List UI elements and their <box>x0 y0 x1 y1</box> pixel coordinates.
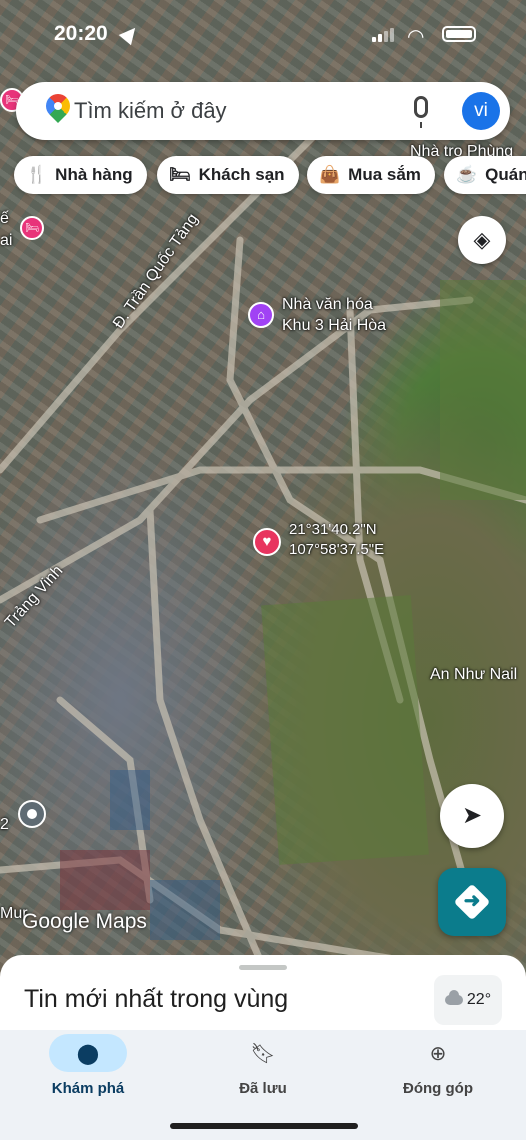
saved-pin-heart-icon[interactable]: ♥ <box>253 528 281 556</box>
location-pin-icon: ⬤ <box>76 1042 100 1065</box>
category-chips: 🍴 Nhà hàng 🛏 Khách sạn 👜 Mua sắm ☕ Quán <box>14 156 526 196</box>
layers-button[interactable]: ◈ <box>458 216 506 264</box>
microphone-icon[interactable] <box>414 96 428 128</box>
chip-hotels[interactable]: 🛏 Khách sạn <box>157 156 299 194</box>
culture-house-marker[interactable]: ⌂ <box>248 302 274 328</box>
chip-label: Mua sắm <box>348 165 421 184</box>
pin-latitude: 21°31'40.2"N <box>289 521 377 538</box>
weather-temperature: 22° <box>466 991 492 1008</box>
sheet-drag-handle[interactable] <box>239 965 287 970</box>
account-avatar[interactable]: vi <box>462 92 500 130</box>
explore-sheet[interactable]: Tin mới nhất trong vùng 22° <box>0 955 526 1035</box>
chip-restaurants[interactable]: 🍴 Nhà hàng <box>14 156 147 194</box>
location-services-icon <box>118 22 142 46</box>
poi-label-culture-2[interactable]: Khu 3 Hải Hòa <box>282 317 386 335</box>
battery-icon <box>442 26 476 42</box>
wifi-icon: ◠ <box>407 26 425 48</box>
shopping-bag-icon: 👜 <box>319 165 341 184</box>
google-maps-logo-icon <box>41 89 75 123</box>
chip-label: Nhà hàng <box>55 165 133 184</box>
map-label-left-2: ai <box>0 232 13 249</box>
search-bar[interactable]: Tìm kiếm ở đây vi <box>16 82 510 140</box>
chip-cafes[interactable]: ☕ Quán <box>444 156 526 194</box>
place-marker-icon[interactable] <box>18 800 46 828</box>
coffee-cup-icon: ☕ <box>456 165 478 184</box>
tab-explore[interactable]: ⬤ Khám phá <box>8 1030 168 1097</box>
directions-button[interactable]: ➜ <box>438 868 506 936</box>
chip-label: Khách sạn <box>198 165 285 184</box>
tab-label: Đã lưu <box>239 1080 287 1097</box>
home-indicator[interactable] <box>170 1123 358 1129</box>
status-bar: 20:20 ◠ <box>0 0 526 70</box>
satellite-map[interactable]: Nhà trọ Phùng 🛏 🛏 ế ai Đ. Trần Quốc Tảng… <box>0 0 526 1030</box>
map-label-left-1: ế <box>0 210 9 227</box>
tab-contribute[interactable]: ⊕ Đóng góp <box>358 1030 518 1098</box>
cloud-icon <box>444 990 463 1005</box>
fork-knife-icon: 🍴 <box>26 165 48 184</box>
pin-longitude: 107°58'37.5"E <box>289 541 385 558</box>
map-label-an-nhu-nail[interactable]: An Như Nail <box>430 666 517 684</box>
google-maps-attribution: Google Maps <box>22 910 147 933</box>
weather-badge[interactable]: 22° <box>434 975 502 1025</box>
poi-label-culture-1[interactable]: Nhà văn hóa <box>282 296 373 314</box>
search-input[interactable]: Tìm kiếm ở đây <box>74 98 227 124</box>
bed-icon: 🛏 <box>169 165 191 184</box>
status-time: 20:20 <box>54 22 108 45</box>
chip-shopping[interactable]: 👜 Mua sắm <box>307 156 435 194</box>
cellular-signal-icon <box>372 28 396 42</box>
sheet-title: Tin mới nhất trong vùng <box>24 985 289 1013</box>
hotel-marker[interactable]: 🛏 <box>20 216 44 240</box>
tab-label: Đóng góp <box>403 1080 473 1097</box>
navigation-arrow-icon: ➤ <box>461 802 483 829</box>
add-circle-icon: ⊕ <box>429 1042 447 1065</box>
pin-coordinates: 21°31'40.2"N 107°58'37.5"E <box>289 520 384 560</box>
tab-label: Khám phá <box>51 1080 125 1097</box>
location-button[interactable]: ➤ <box>440 784 504 848</box>
map-label-left-3: 2 <box>0 816 9 833</box>
layers-icon: ◈ <box>473 227 491 252</box>
chip-label: Quán <box>485 165 526 184</box>
bookmark-icon: 🔖︎ <box>250 1042 276 1065</box>
directions-icon: ➜ <box>463 890 481 912</box>
tab-saved[interactable]: 🔖︎ Đã lưu <box>183 1030 343 1098</box>
